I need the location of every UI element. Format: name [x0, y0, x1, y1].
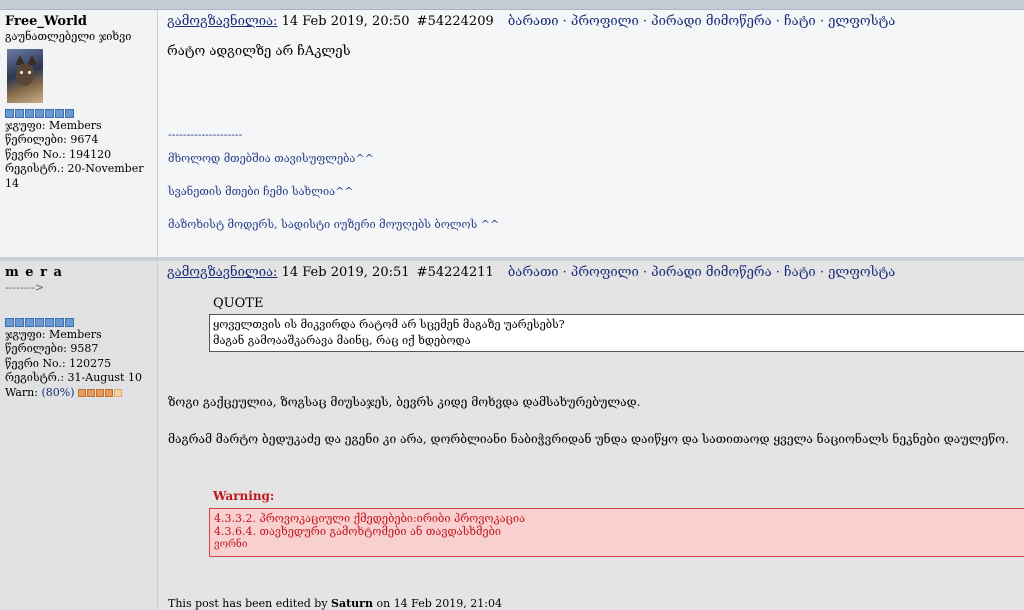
author-group: ჯგუფი: Members	[5, 118, 102, 132]
warn-pip	[105, 388, 114, 397]
profile-links[interactable]: ბარათი · პროფილი · პირადი მიმოწერა · ჩატ…	[508, 14, 895, 29]
warning-line: 4.3.3.2. პროვოკაციული ქმედებები:ირიბი პრ…	[214, 512, 526, 525]
post-body-line: მაგრამ მარტო ბედუკაძე და ეგენი კი არა, დ…	[168, 432, 1009, 446]
warn-level: Warn: (80%)	[5, 386, 157, 401]
avatar-ear-right	[27, 54, 37, 65]
avatar[interactable]	[7, 48, 43, 103]
author-member-no: წევრი No.: 194120	[5, 147, 112, 161]
author-member-no: წევრი No.: 120275	[5, 356, 112, 370]
quote-title: QUOTE	[213, 296, 264, 311]
post-date: 14 Feb 2019, 20:50	[281, 14, 410, 29]
signature-line: მხოლოდ მთებშია თავისუფლება^^	[168, 152, 374, 165]
warn-label: Warn:	[5, 385, 38, 399]
post-header: გამოგზავნილია: 14 Feb 2019, 20:51 #54224…	[167, 265, 1024, 281]
avatar-eye-right	[28, 70, 31, 74]
post-header: გამოგზავნილია: 14 Feb 2019, 20:50 #54224…	[167, 14, 1024, 30]
rank-pip	[55, 108, 64, 118]
post-54224209: Free_World გაუნათლებელი ჯიხვი ჯგუფი: Mem…	[0, 10, 1024, 261]
avatar-eye-left	[20, 70, 23, 74]
rank-pip	[55, 317, 64, 327]
warn-bar	[78, 386, 123, 399]
signature-line: მაზოხისტ მოდერს, სადისტი იუზერი მოუღებს …	[168, 218, 500, 231]
avatar-face	[16, 63, 34, 86]
author-posts: წერილები: 9674	[5, 133, 99, 146]
signature-line: სვანეთის მთები ჩემი სახლია^^	[168, 185, 354, 198]
author-name[interactable]: m e r a	[5, 265, 157, 281]
author-group: ჯგუფი: Members	[5, 327, 102, 341]
quote-box: ყოველთვის ის მიკვირდა რატომ არ სცემენ მა…	[209, 314, 1024, 352]
edited-user[interactable]: Saturn	[331, 597, 373, 610]
post-link[interactable]: გამოგზავნილია:	[167, 265, 277, 280]
author-title: გაუნათლებელი ჯიხვი	[5, 30, 132, 43]
rank-pips	[5, 317, 157, 328]
rank-pip	[25, 317, 34, 327]
warn-pip	[87, 388, 96, 397]
rank-pip	[65, 108, 74, 118]
author-title: -------->	[5, 281, 44, 294]
author-posts: წერილები: 9587	[5, 342, 99, 355]
warn-pip	[78, 388, 87, 397]
profile-links[interactable]: ბარათი · პროფილი · პირადი მიმოწერა · ჩატ…	[508, 265, 895, 280]
warning-title: Warning:	[213, 489, 275, 503]
rank-pips	[5, 108, 157, 119]
top-bar	[0, 0, 1024, 10]
quote-line: ყოველთვის ის მიკვირდა რატომ არ სცემენ მა…	[213, 318, 565, 331]
author-panel: Free_World გაუნათლებელი ჯიხვი ჯგუფი: Mem…	[0, 10, 158, 257]
warning-line: 4.3.6.4. თავხედური გამოხტომები ან თავდას…	[214, 525, 502, 538]
author-name[interactable]: Free_World	[5, 14, 157, 30]
post-body: რატო ადგილზე არ ჩAკლეს	[167, 44, 351, 59]
rank-pip	[5, 317, 14, 327]
warning-box: 4.3.3.2. პროვოკაციული ქმედებები:ირიბი პრ…	[209, 508, 1024, 557]
signature-separator: --------------------	[168, 128, 243, 141]
post-link[interactable]: გამოგზავნილია:	[167, 14, 277, 29]
rank-pip	[65, 317, 74, 327]
edited-note: This post has been edited by Saturn on 1…	[168, 597, 502, 610]
edited-prefix: This post has been edited by	[168, 597, 328, 610]
rank-pip	[45, 108, 54, 118]
rank-pip	[15, 317, 24, 327]
rank-pip	[25, 108, 34, 118]
warn-pip	[114, 388, 123, 397]
author-panel: m e r a --------> ჯგუფი: Members წერილებ…	[0, 261, 158, 610]
rank-pip	[15, 108, 24, 118]
rank-pip	[35, 108, 44, 118]
rank-pip	[45, 317, 54, 327]
post-id[interactable]: #54224209	[417, 14, 494, 29]
rank-pip	[35, 317, 44, 327]
quote-line: მაგან გამოააშკარავა მაინც, რაც იქ ხდებოდ…	[213, 334, 471, 347]
edited-suffix: on 14 Feb 2019, 21:04	[376, 597, 502, 610]
post-date: 14 Feb 2019, 20:51	[281, 265, 410, 280]
warn-percent[interactable]: (80%)	[41, 386, 74, 399]
author-registered: რეგისტრ.: 20-November 14	[5, 162, 144, 190]
rank-pip	[5, 108, 14, 118]
post-id[interactable]: #54224211	[417, 265, 494, 280]
warning-line: ვორნი	[214, 539, 248, 550]
author-registered: რეგისტრ.: 31-August 10	[5, 371, 142, 384]
post-body-line: ზოგი გაქცეულია, ზოგსაც მიუსაჯეს, ბევრს კ…	[168, 395, 641, 409]
warn-pip	[96, 388, 105, 397]
